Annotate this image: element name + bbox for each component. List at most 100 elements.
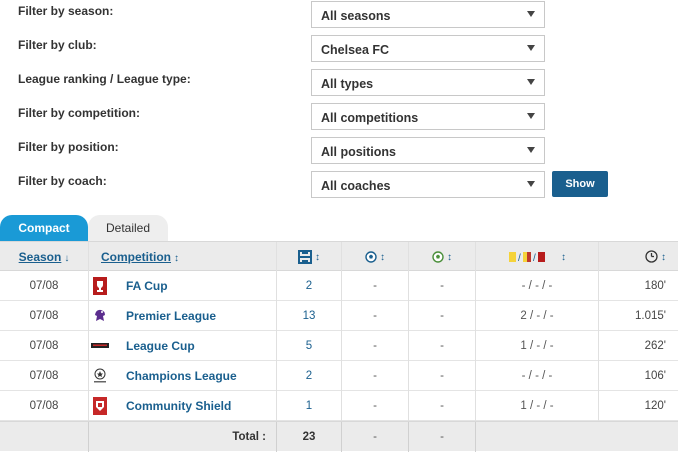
goals-cell: -	[373, 370, 377, 382]
apps-link[interactable]: 1	[306, 400, 312, 412]
season-cell: 07/08	[29, 280, 59, 292]
filter-position-label: Filter by position:	[18, 140, 119, 154]
goals-cell: -	[373, 280, 377, 292]
minutes-header[interactable]: ↕	[599, 242, 678, 272]
competition-header[interactable]: Competition ↕	[89, 242, 276, 272]
view-tabs: Compact Detailed	[0, 215, 678, 241]
total-assists: -	[440, 431, 444, 443]
competition-link[interactable]: Champions League	[126, 361, 237, 391]
competition-cell: Community Shield	[89, 391, 276, 421]
assists-header[interactable]: ↕	[409, 242, 475, 272]
goals-cell: -	[373, 310, 377, 322]
sort-icon: ↕	[561, 252, 566, 263]
competition-link[interactable]: Premier League	[126, 301, 216, 331]
competition-select[interactable]: All competitions	[311, 103, 545, 130]
premier-league-logo	[95, 309, 105, 321]
club-select-value: Chelsea FC	[321, 43, 390, 57]
sort-icon: ↕	[380, 252, 385, 263]
filter-row-position: Filter by position: All positions	[0, 137, 678, 165]
competition-cell: FA Cup	[89, 271, 276, 301]
tab-compact[interactable]: Compact	[0, 215, 88, 241]
chevron-down-icon	[527, 181, 535, 187]
assists-cell: -	[440, 340, 444, 352]
table-row: 07/08 Premier League 13 - - 2 / - / - 1.…	[0, 301, 678, 331]
league-type-select[interactable]: All types	[311, 69, 545, 96]
coach-select-value: All coaches	[321, 179, 391, 193]
filter-row-league-type: League ranking / League type: All types	[0, 69, 678, 97]
competition-link[interactable]: League Cup	[126, 331, 195, 361]
apps-link[interactable]: 5	[306, 340, 312, 352]
goals-icon	[365, 251, 377, 263]
total-row: Total : 23 - -	[0, 421, 678, 452]
filter-row-competition: Filter by competition: All competitions	[0, 103, 678, 131]
apps-link[interactable]: 2	[306, 370, 312, 382]
season-header[interactable]: Season ↓	[0, 242, 88, 272]
minutes-cell: 180'	[644, 280, 666, 292]
competition-sort-link[interactable]: Competition	[101, 250, 171, 264]
competition-cell: League Cup	[89, 331, 276, 361]
total-apps: 23	[302, 431, 316, 443]
cards-icon: / /	[509, 251, 545, 263]
community-shield-logo	[93, 397, 107, 415]
chevron-down-icon	[527, 45, 535, 51]
goals-header[interactable]: ↕	[342, 242, 408, 272]
filter-league-type-label: League ranking / League type:	[18, 72, 191, 86]
chevron-down-icon	[527, 79, 535, 85]
sort-icon: ↕	[315, 252, 320, 263]
league-type-select-value: All types	[321, 77, 374, 91]
apps-link[interactable]: 2	[306, 280, 312, 292]
minutes-cell: 1.015'	[635, 310, 666, 322]
coach-select[interactable]: All coaches	[311, 171, 545, 198]
season-cell: 07/08	[29, 400, 59, 412]
cards-cell: 1 / - / -	[520, 340, 554, 352]
clock-icon	[645, 250, 658, 264]
season-cell: 07/08	[29, 310, 59, 322]
table-row: 07/08 FA Cup 2 - - - / - / - 180'	[0, 271, 678, 301]
assists-cell: -	[440, 280, 444, 292]
fa-cup-logo	[93, 277, 107, 295]
goals-cell: -	[373, 400, 377, 412]
filter-coach-label: Filter by coach:	[18, 174, 107, 188]
svg-text:/: /	[518, 253, 521, 263]
goals-cell: -	[373, 340, 377, 352]
tab-detailed[interactable]: Detailed	[88, 215, 168, 241]
assists-cell: -	[440, 370, 444, 382]
table-row: 07/08 League Cup 5 - - 1 / - / - 262'	[0, 331, 678, 361]
club-select[interactable]: Chelsea FC	[311, 35, 545, 62]
minutes-cell: 106'	[644, 370, 666, 382]
total-goals: -	[373, 431, 377, 443]
season-select-value: All seasons	[321, 9, 391, 23]
assists-cell: -	[440, 310, 444, 322]
apps-link[interactable]: 13	[303, 310, 316, 322]
season-select[interactable]: All seasons	[311, 1, 545, 28]
sort-icon: ↕	[174, 253, 179, 264]
sort-icon: ↕	[447, 252, 452, 263]
position-select[interactable]: All positions	[311, 137, 545, 164]
total-label: Total :	[232, 431, 266, 443]
chevron-down-icon	[527, 147, 535, 153]
champions-league-logo	[94, 368, 106, 383]
chevron-down-icon	[527, 11, 535, 17]
assists-cell: -	[440, 400, 444, 412]
competition-select-value: All competitions	[321, 111, 419, 125]
season-cell: 07/08	[29, 370, 59, 382]
show-button[interactable]: Show	[552, 171, 608, 197]
cards-cell: 2 / - / -	[520, 310, 554, 322]
cards-header[interactable]: / / ↕	[476, 242, 598, 272]
sort-desc-icon: ↓	[64, 253, 70, 264]
chevron-down-icon	[527, 113, 535, 119]
competition-link[interactable]: FA Cup	[126, 271, 168, 301]
filter-row-season: Filter by season: All seasons	[0, 1, 678, 29]
filter-club-label: Filter by club:	[18, 38, 97, 52]
minutes-cell: 262'	[644, 340, 666, 352]
minutes-cell: 120'	[644, 400, 666, 412]
assists-icon	[432, 251, 444, 263]
season-sort-link[interactable]: Season	[19, 250, 62, 264]
filter-row-club: Filter by club: Chelsea FC	[0, 35, 678, 63]
cards-cell: - / - / -	[521, 370, 553, 382]
appearances-header[interactable]: ↕	[277, 242, 341, 272]
filter-season-label: Filter by season:	[18, 4, 114, 18]
competition-link[interactable]: Community Shield	[126, 391, 231, 421]
table-header: Season ↓ Competition ↕ ↕ ↕ ↕ / / ↕ ↕	[0, 241, 678, 272]
sort-icon: ↕	[661, 252, 666, 263]
